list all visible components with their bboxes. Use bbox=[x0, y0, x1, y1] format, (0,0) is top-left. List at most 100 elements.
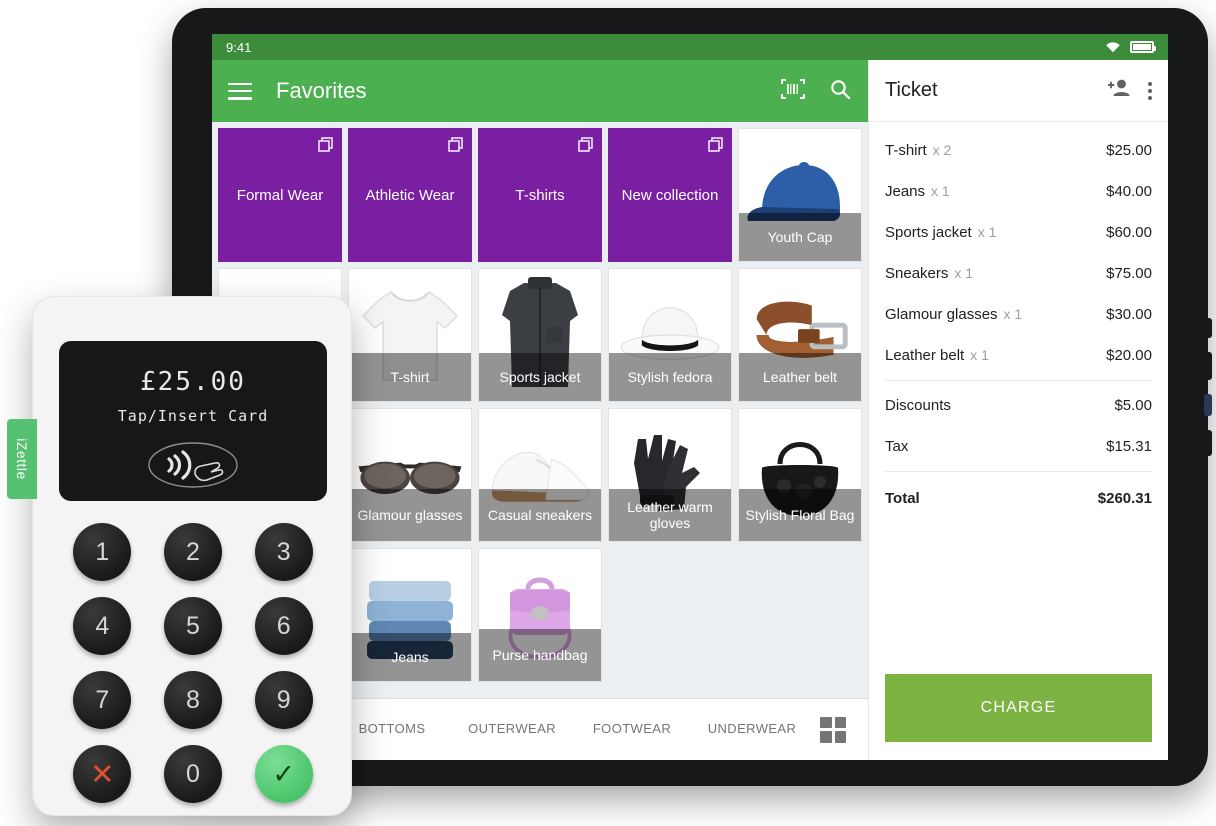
product-label: Glamour glasses bbox=[349, 489, 471, 541]
hamburger-menu-icon[interactable] bbox=[228, 82, 252, 100]
search-icon[interactable] bbox=[828, 77, 852, 106]
card-reader-brand-tab: iZettle bbox=[7, 419, 37, 499]
charge-button[interactable]: CHARGE bbox=[885, 674, 1152, 742]
product-tile-stylish-fedora[interactable]: Stylish fedora bbox=[608, 268, 732, 402]
ticket-discounts-row[interactable]: Discounts $5.00 bbox=[885, 385, 1152, 426]
folder-label: Athletic Wear bbox=[365, 186, 455, 204]
tab-footwear[interactable]: FOOTWEAR bbox=[572, 721, 692, 737]
ticket-line-item[interactable]: Glamour glasses x 1 $30.00 bbox=[885, 294, 1152, 335]
product-tile-t-shirt[interactable]: T-shirt bbox=[348, 268, 472, 402]
ticket-adjustment-label: Tax bbox=[885, 438, 909, 455]
product-label: Leather warm gloves bbox=[609, 489, 731, 541]
reader-amount: £25.00 bbox=[140, 367, 246, 397]
ticket-adjustment-amount: $5.00 bbox=[1114, 397, 1152, 414]
ticket-line-item[interactable]: T-shirt x 2 $25.00 bbox=[885, 130, 1152, 171]
product-label: Leather belt bbox=[739, 353, 861, 401]
screenshot-stage: 9:41 Favorites Formal Wear Athletic Wear… bbox=[0, 0, 1216, 826]
copy-folder-icon bbox=[578, 137, 593, 152]
ticket-item-amount: $60.00 bbox=[1106, 224, 1152, 241]
ticket-title: Ticket bbox=[885, 79, 938, 101]
card-reader-display: £25.00 Tap/Insert Card bbox=[59, 341, 327, 501]
divider bbox=[885, 380, 1152, 381]
ticket-item-name: T-shirt bbox=[885, 142, 927, 159]
status-bar: 9:41 bbox=[212, 34, 1168, 60]
ticket-item-amount: $40.00 bbox=[1106, 183, 1152, 200]
ticket-item-name: Leather belt bbox=[885, 347, 965, 364]
ticket-tax-row: Tax $15.31 bbox=[885, 426, 1152, 467]
grid-view-icon[interactable] bbox=[820, 716, 846, 743]
folder-label: New collection bbox=[621, 186, 719, 204]
page-title: Favorites bbox=[276, 78, 367, 103]
ticket-items-list: T-shirt x 2 $25.00 Jeans x 1 $40.00 Sports… bbox=[869, 122, 1168, 660]
copy-folder-icon bbox=[448, 137, 463, 152]
keypad-key-3[interactable]: 3 bbox=[254, 523, 313, 581]
keypad-key-8[interactable]: 8 bbox=[163, 671, 222, 729]
product-tile-jeans[interactable]: Jeans bbox=[348, 548, 472, 682]
ticket-adjustment-amount: $15.31 bbox=[1106, 438, 1152, 455]
product-tile-leather-belt[interactable]: Leather belt bbox=[738, 268, 862, 402]
product-label: Stylish Floral Bag bbox=[739, 489, 861, 541]
ticket-header: Ticket bbox=[869, 60, 1168, 122]
product-tile-sports-jacket[interactable]: Sports jacket bbox=[478, 268, 602, 402]
product-tile-casual-sneakers[interactable]: Casual sneakers bbox=[478, 408, 602, 542]
add-person-icon[interactable] bbox=[1107, 78, 1130, 103]
copy-folder-icon bbox=[318, 137, 333, 152]
ticket-line-item[interactable]: Sports jacket x 1 $60.00 bbox=[885, 212, 1152, 253]
ticket-item-qty: x 1 bbox=[954, 265, 974, 281]
product-tile-youth-cap[interactable]: Youth Cap bbox=[738, 128, 862, 262]
folder-tile-athletic-wear[interactable]: Athletic Wear bbox=[348, 128, 472, 262]
ticket-line-item[interactable]: Sneakers x 1 $75.00 bbox=[885, 253, 1152, 294]
folder-label: Formal Wear bbox=[236, 186, 324, 204]
keypad-key-1[interactable]: 1 bbox=[73, 523, 132, 581]
more-vertical-icon[interactable] bbox=[1148, 81, 1152, 100]
ticket-item-qty: x 1 bbox=[970, 347, 989, 363]
brand-label: iZettle bbox=[14, 438, 30, 480]
ticket-item-name: Jeans bbox=[885, 183, 926, 200]
product-tile-stylish-floral-bag[interactable]: Stylish Floral Bag bbox=[738, 408, 862, 542]
app-bar: Favorites bbox=[212, 60, 868, 122]
ticket-total-label: Total bbox=[885, 490, 920, 507]
wifi-icon bbox=[1105, 41, 1121, 53]
tab-outerwear[interactable]: OUTERWEAR bbox=[452, 721, 572, 737]
tablet-screen: 9:41 Favorites Formal Wear Athletic Wear… bbox=[212, 34, 1168, 760]
barcode-scanner-icon[interactable] bbox=[780, 77, 806, 106]
ticket-panel: Ticket T-shirt x 2 $25.00 Jeans x 1 $40.… bbox=[868, 60, 1168, 760]
charge-button-container: CHARGE bbox=[869, 660, 1168, 760]
folder-tile-new-collection[interactable]: New collection bbox=[608, 128, 732, 262]
ticket-item-name: Sneakers bbox=[885, 265, 949, 282]
ticket-total-row: Total $260.31 bbox=[885, 476, 1152, 519]
ticket-line-item[interactable]: Jeans x 1 $40.00 bbox=[885, 171, 1152, 212]
folder-label: T-shirts bbox=[515, 186, 565, 204]
ticket-item-amount: $25.00 bbox=[1106, 142, 1152, 159]
product-label: Sports jacket bbox=[479, 353, 601, 401]
ticket-item-qty: x 1 bbox=[977, 224, 997, 240]
tablet-side-buttons bbox=[1204, 318, 1212, 470]
folder-tile-t-shirts[interactable]: T-shirts bbox=[478, 128, 602, 262]
keypad-key-4[interactable]: 4 bbox=[73, 597, 132, 655]
ticket-item-qty: x 1 bbox=[931, 183, 950, 199]
contactless-payment-icon bbox=[145, 439, 241, 491]
card-reader-device: iZettle £25.00 Tap/Insert Card 1 2 3 4 5… bbox=[7, 296, 352, 816]
keypad-key-2[interactable]: 2 bbox=[163, 523, 222, 581]
keypad-cancel-button[interactable]: ✕ bbox=[73, 745, 132, 803]
ticket-item-amount: $20.00 bbox=[1106, 347, 1152, 364]
product-tile-purse-handbag[interactable]: Purse handbag bbox=[478, 548, 602, 682]
keypad-key-5[interactable]: 5 bbox=[163, 597, 222, 655]
reader-message: Tap/Insert Card bbox=[117, 407, 269, 425]
tab-underwear[interactable]: UNDERWEAR bbox=[692, 721, 812, 737]
keypad-key-9[interactable]: 9 bbox=[254, 671, 313, 729]
product-tile-leather-warm-gloves[interactable]: Leather warm gloves bbox=[608, 408, 732, 542]
product-tile-glamour-glasses[interactable]: Glamour glasses bbox=[348, 408, 472, 542]
copy-folder-icon bbox=[708, 137, 723, 152]
keypad-key-7[interactable]: 7 bbox=[73, 671, 132, 729]
keypad-confirm-button[interactable]: ✓ bbox=[254, 745, 313, 803]
product-label: Stylish fedora bbox=[609, 353, 731, 401]
keypad-key-6[interactable]: 6 bbox=[254, 597, 313, 655]
battery-icon bbox=[1130, 41, 1156, 53]
product-label: Purse handbag bbox=[479, 629, 601, 681]
product-label: Casual sneakers bbox=[479, 489, 601, 541]
ticket-line-item[interactable]: Leather belt x 1 $20.00 bbox=[885, 335, 1152, 376]
ticket-adjustment-label: Discounts bbox=[885, 397, 951, 414]
folder-tile-formal-wear[interactable]: Formal Wear bbox=[218, 128, 342, 262]
keypad-key-0[interactable]: 0 bbox=[163, 745, 222, 803]
